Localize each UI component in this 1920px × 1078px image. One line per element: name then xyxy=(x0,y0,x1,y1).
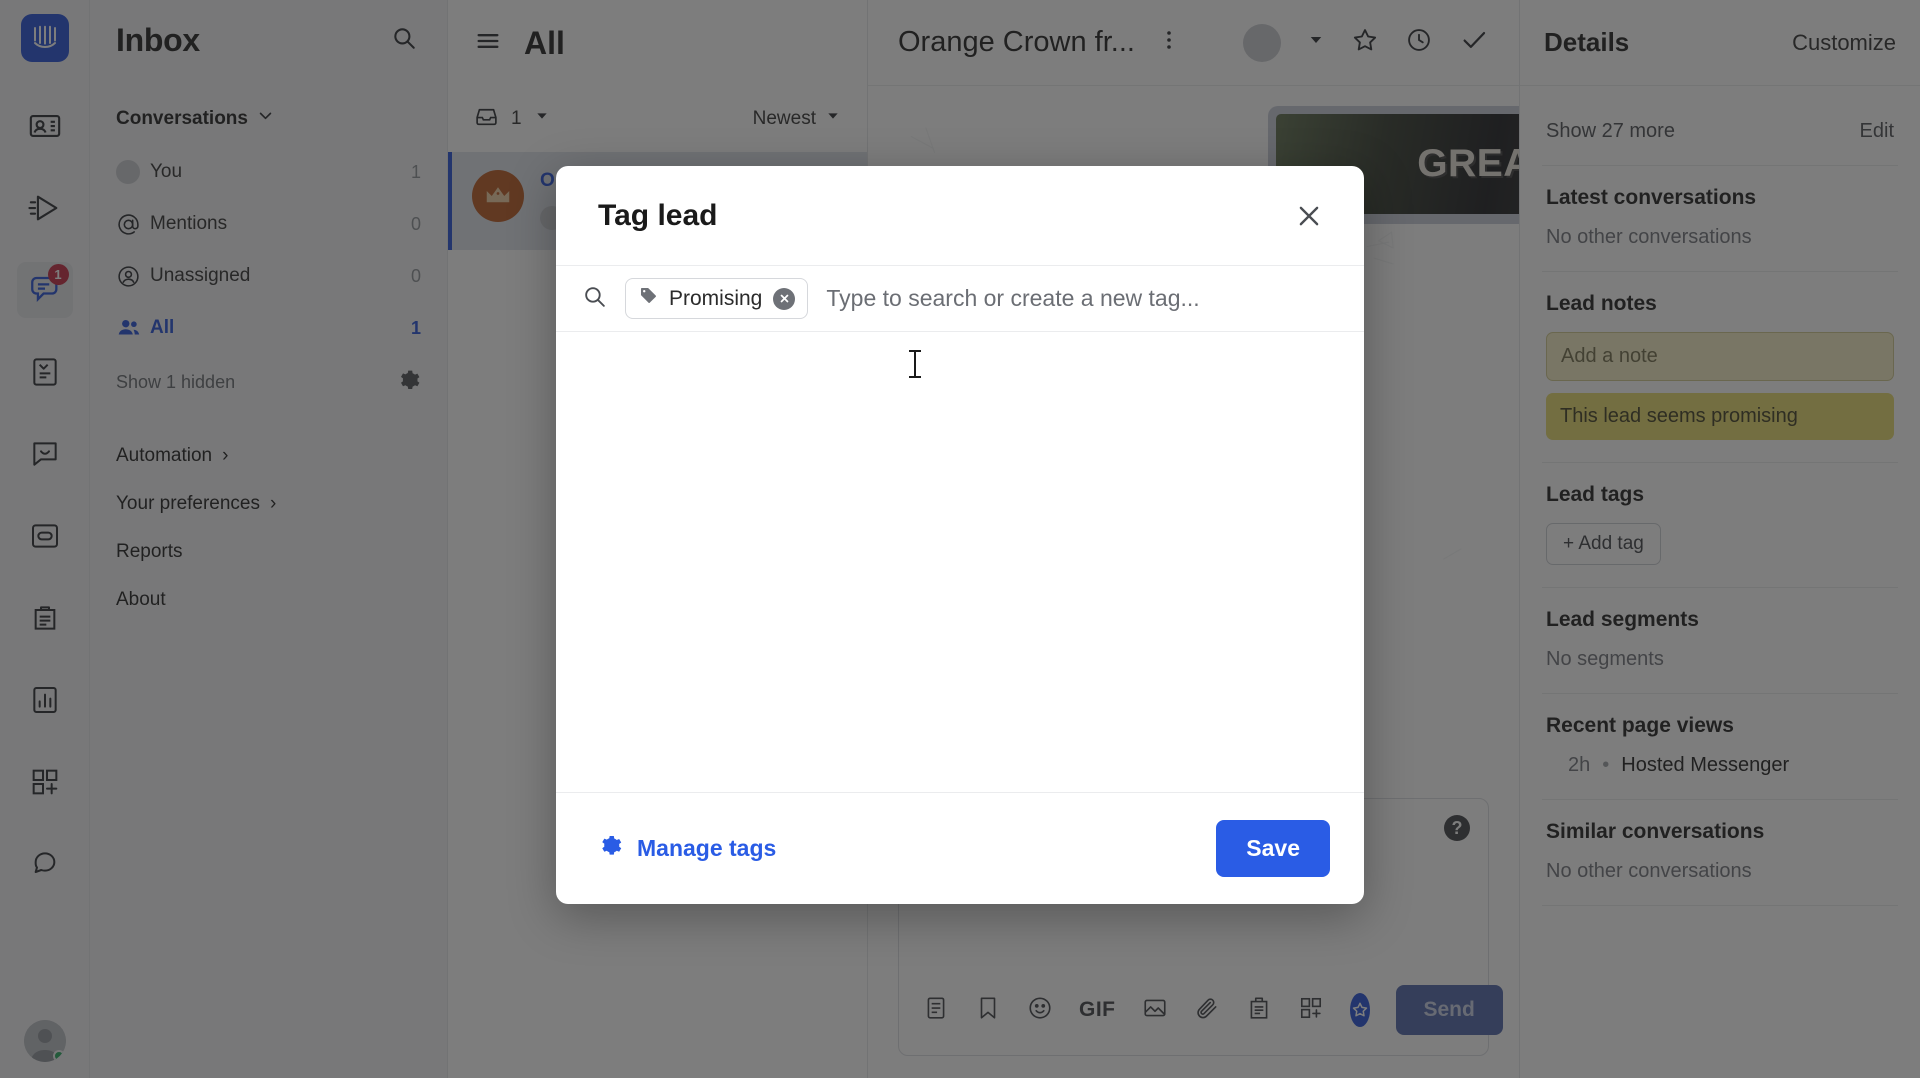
tag-icon xyxy=(639,286,658,311)
app-root: 1 xyxy=(0,0,1920,1078)
close-icon[interactable] xyxy=(1288,195,1330,237)
tag-lead-modal: Tag lead Promising Type to search or cre… xyxy=(556,166,1364,904)
remove-icon[interactable] xyxy=(773,287,796,310)
search-icon xyxy=(582,284,607,314)
manage-tags-button[interactable]: Manage tags xyxy=(598,833,776,864)
text-cursor xyxy=(909,350,921,378)
modal-header: Tag lead xyxy=(556,166,1364,266)
tag-search-row: Promising xyxy=(556,266,1364,332)
save-button[interactable]: Save xyxy=(1216,820,1330,877)
gear-icon xyxy=(598,833,623,864)
tag-search-input[interactable] xyxy=(826,285,1338,312)
tag-results-list xyxy=(556,332,1364,792)
tag-chip-label: Promising xyxy=(669,286,763,310)
modal-footer: Manage tags Save xyxy=(556,792,1364,904)
tag-chip-promising[interactable]: Promising xyxy=(625,278,809,319)
modal-title: Tag lead xyxy=(598,198,718,232)
manage-tags-label: Manage tags xyxy=(637,835,777,861)
